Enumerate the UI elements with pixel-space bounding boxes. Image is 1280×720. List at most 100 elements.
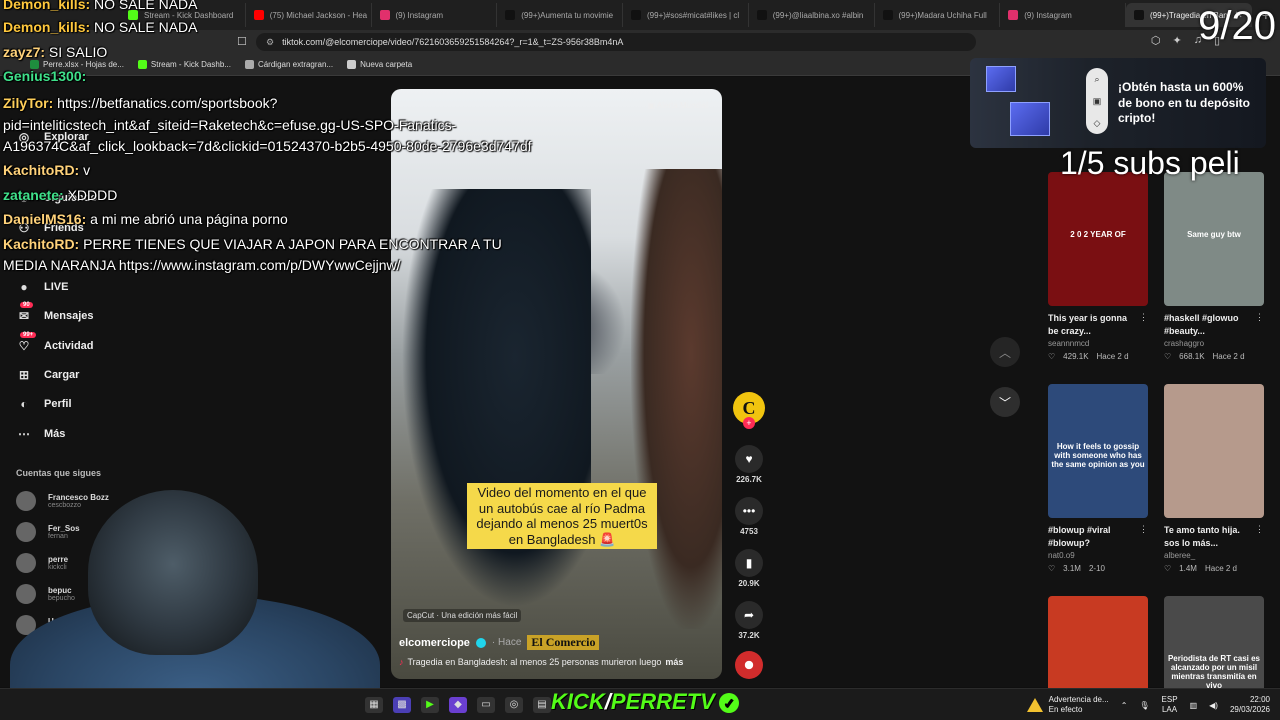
sidebar-item-friends[interactable]: ⚇ Friends	[16, 220, 84, 236]
save-button[interactable]: ▮ 20.9K	[732, 549, 766, 588]
follow-plus-icon[interactable]: +	[743, 417, 755, 429]
sidebar-item-mensajes[interactable]: ✉ 90 Mensajes	[16, 302, 94, 324]
author-name[interactable]: elcomerciope	[399, 637, 470, 649]
chevron-up-tray-icon[interactable]: ⌃	[1121, 701, 1128, 710]
browser-tab[interactable]: (9) Instagram	[1000, 3, 1126, 27]
recommended-video[interactable]: 2 0 2 YEAR OF This year is gonna be crazy…	[1048, 172, 1148, 361]
video-title[interactable]: #blowup #viral #blowup?	[1048, 524, 1140, 550]
video-author[interactable]: alberee_	[1164, 551, 1264, 560]
microphone-icon[interactable]: 🎙	[1139, 701, 1149, 710]
video-player[interactable]: ▣ Alerta Mundial Video del momento en el…	[391, 89, 722, 679]
more-options-icon[interactable]: ⋮	[1255, 524, 1264, 535]
video-author[interactable]: seannnmcd	[1048, 339, 1148, 348]
thumbnail-text: Periodista de RT casi es alcanzado por u…	[1167, 654, 1261, 690]
chevron-up-icon[interactable]: ︿	[990, 337, 1020, 367]
like-button[interactable]: ♥ 226.7K	[732, 445, 766, 484]
profile-icon: ◐	[20, 397, 28, 411]
site-info-icon[interactable]: ⚙	[266, 37, 274, 48]
more-options-icon[interactable]: ⋮	[1139, 524, 1148, 535]
video-stats: ♡ 668.1K Hace 2 d	[1164, 352, 1264, 361]
video-author[interactable]: elcomerciope · Hace El Comercio	[399, 635, 600, 650]
tab-favicon-icon	[379, 10, 390, 20]
bookmark-save-icon: ▮	[735, 549, 763, 577]
app-icon[interactable]: ▤	[533, 697, 551, 713]
music-disc[interactable]	[732, 651, 766, 679]
browser-tab[interactable]: (99+)#sos#micat#likes | cl	[623, 3, 749, 27]
app-icon[interactable]: ▭	[477, 697, 495, 713]
app-icon[interactable]: ▶	[421, 697, 439, 713]
browser-tab[interactable]: (99+)@liaalbina.xo #albin	[749, 3, 875, 27]
browser-tab[interactable]: (9) Instagram	[372, 3, 498, 27]
sidebar-item-live[interactable]: ● LIVE	[16, 279, 68, 295]
more-link[interactable]: más	[665, 657, 683, 667]
chevron-down-icon[interactable]: ﹀	[990, 387, 1020, 417]
video-thumbnail[interactable]	[1164, 384, 1264, 518]
network-icon[interactable]: ▥	[1190, 701, 1198, 710]
sidebar-item-perfil[interactable]: ◐ Perfil	[16, 396, 71, 412]
app-icon[interactable]: ▩	[393, 697, 411, 713]
bookmark-item[interactable]: Cárdigan extragran...	[244, 60, 334, 69]
sidebar-item-más[interactable]: ⋯ Más	[16, 426, 65, 442]
creator-avatar[interactable]: C +	[732, 392, 766, 429]
sidebar-item-actividad[interactable]: ♡ 99+ Actividad	[16, 332, 94, 354]
app-icon[interactable]: ◆	[449, 697, 467, 713]
more-options-icon[interactable]: ⋮	[1139, 312, 1148, 323]
recommended-video[interactable]: Te amo tanto hija. sos lo más... alberee_…	[1164, 384, 1264, 573]
camera-icon: ▣	[647, 101, 656, 110]
bookmark-item[interactable]: Stream - Kick Dashb...	[137, 60, 231, 69]
search-icon[interactable]: ⌕	[1094, 74, 1099, 85]
video-title[interactable]: #haskell #glowuo #beauty...	[1164, 312, 1256, 338]
bookmark-item[interactable]: Perre.xlsx - Hojas de...	[30, 60, 124, 69]
video-navigation: ︿ ﹀	[990, 337, 1020, 437]
sidebar-item-siguiendo[interactable]: ☺ Siguiendo	[16, 190, 97, 206]
streamer-head	[88, 490, 258, 655]
video-title[interactable]: This year is gonna be crazy...	[1048, 312, 1140, 338]
video-thumbnail[interactable]: 2 0 2 YEAR OF	[1048, 172, 1148, 306]
volume-icon[interactable]: ◀)	[1209, 701, 1218, 710]
puzzle-icon[interactable]: ✦	[1172, 34, 1181, 47]
capcut-tag[interactable]: CapCut · Una edición más fácil	[403, 609, 522, 622]
upload-icon: ⊞	[18, 368, 30, 382]
heart-icon: ♥	[735, 445, 763, 473]
sidebar-item-cargar[interactable]: ⊞ Cargar	[16, 367, 80, 383]
bookmark-label: Cárdigan extragran...	[257, 60, 334, 69]
more-options-icon[interactable]: ⋮	[1255, 312, 1264, 323]
streamer-webcam	[10, 485, 380, 720]
clock[interactable]: 22:00 29/03/2026	[1230, 695, 1270, 716]
video-thumbnail[interactable]: Same guy btw	[1164, 172, 1264, 306]
tab-title: (99+)Aumenta tu movimie	[521, 10, 614, 20]
sidebar-item-explorar[interactable]: ◎ Explorar	[16, 129, 89, 145]
tab-favicon-icon	[1134, 10, 1144, 20]
language-indicator[interactable]: ESP LAA	[1162, 695, 1178, 716]
browser-tab[interactable]: (99+)Aumenta tu movimie	[497, 3, 623, 27]
video-author[interactable]: crashaggro	[1164, 339, 1264, 348]
bookmark-item[interactable]: Nueva carpeta	[347, 60, 412, 69]
following-icon: ☺	[17, 191, 31, 205]
browser-tab-bar: Stream - Kick Dashboard (75) Michael Jack…	[0, 0, 1280, 30]
browser-tab[interactable]: (99+)Madara Uchiha Full	[875, 3, 1001, 27]
app-icon[interactable]: ▦	[365, 697, 383, 713]
extension-icon[interactable]: ⬡	[1151, 34, 1161, 47]
url-omnibox[interactable]: ⚙ tiktok.com/@elcomerciope/video/7621603…	[256, 33, 976, 51]
browser-tab[interactable]: Stream - Kick Dashboard	[120, 3, 246, 27]
recommended-video[interactable]: How it feels to gossip with someone who …	[1048, 384, 1148, 573]
video-author[interactable]: nat0.o9	[1048, 551, 1148, 560]
video-title[interactable]: Te amo tanto hija. sos lo más...	[1164, 524, 1256, 550]
app-icon[interactable]: ◎	[505, 697, 523, 713]
comment-button[interactable]: ••• 4753	[732, 497, 766, 536]
browser-tab[interactable]: (75) Michael Jackson - Hea	[246, 3, 372, 27]
sidebar-item-label: Actividad	[44, 340, 94, 352]
post-time: · Hace	[491, 637, 522, 648]
tag-icon[interactable]: ◇	[1094, 118, 1101, 129]
like-count: 1.4M	[1179, 564, 1197, 574]
clock-time: 22:00	[1249, 695, 1270, 704]
bookmark-icon[interactable]: ☐	[237, 35, 247, 48]
crypto-ad-banner[interactable]: ⌕ ▣ ◇ ¡Obtén hasta un 600% de bono en tu…	[970, 58, 1266, 148]
recommended-video[interactable]: Same guy btw #haskell #glowuo #beauty... c…	[1164, 172, 1264, 361]
url-text[interactable]: tiktok.com/@elcomerciope/video/762160365…	[282, 37, 623, 47]
video-stats: ♡ 429.1K Hace 2 d	[1048, 352, 1148, 361]
warning-notification[interactable]: Advertencia de... En efecto	[1026, 695, 1109, 716]
gift-small-icon[interactable]: ▣	[1093, 96, 1102, 107]
share-button[interactable]: ➦ 37.2K	[732, 601, 766, 640]
video-thumbnail[interactable]: How it feels to gossip with someone who …	[1048, 384, 1148, 518]
